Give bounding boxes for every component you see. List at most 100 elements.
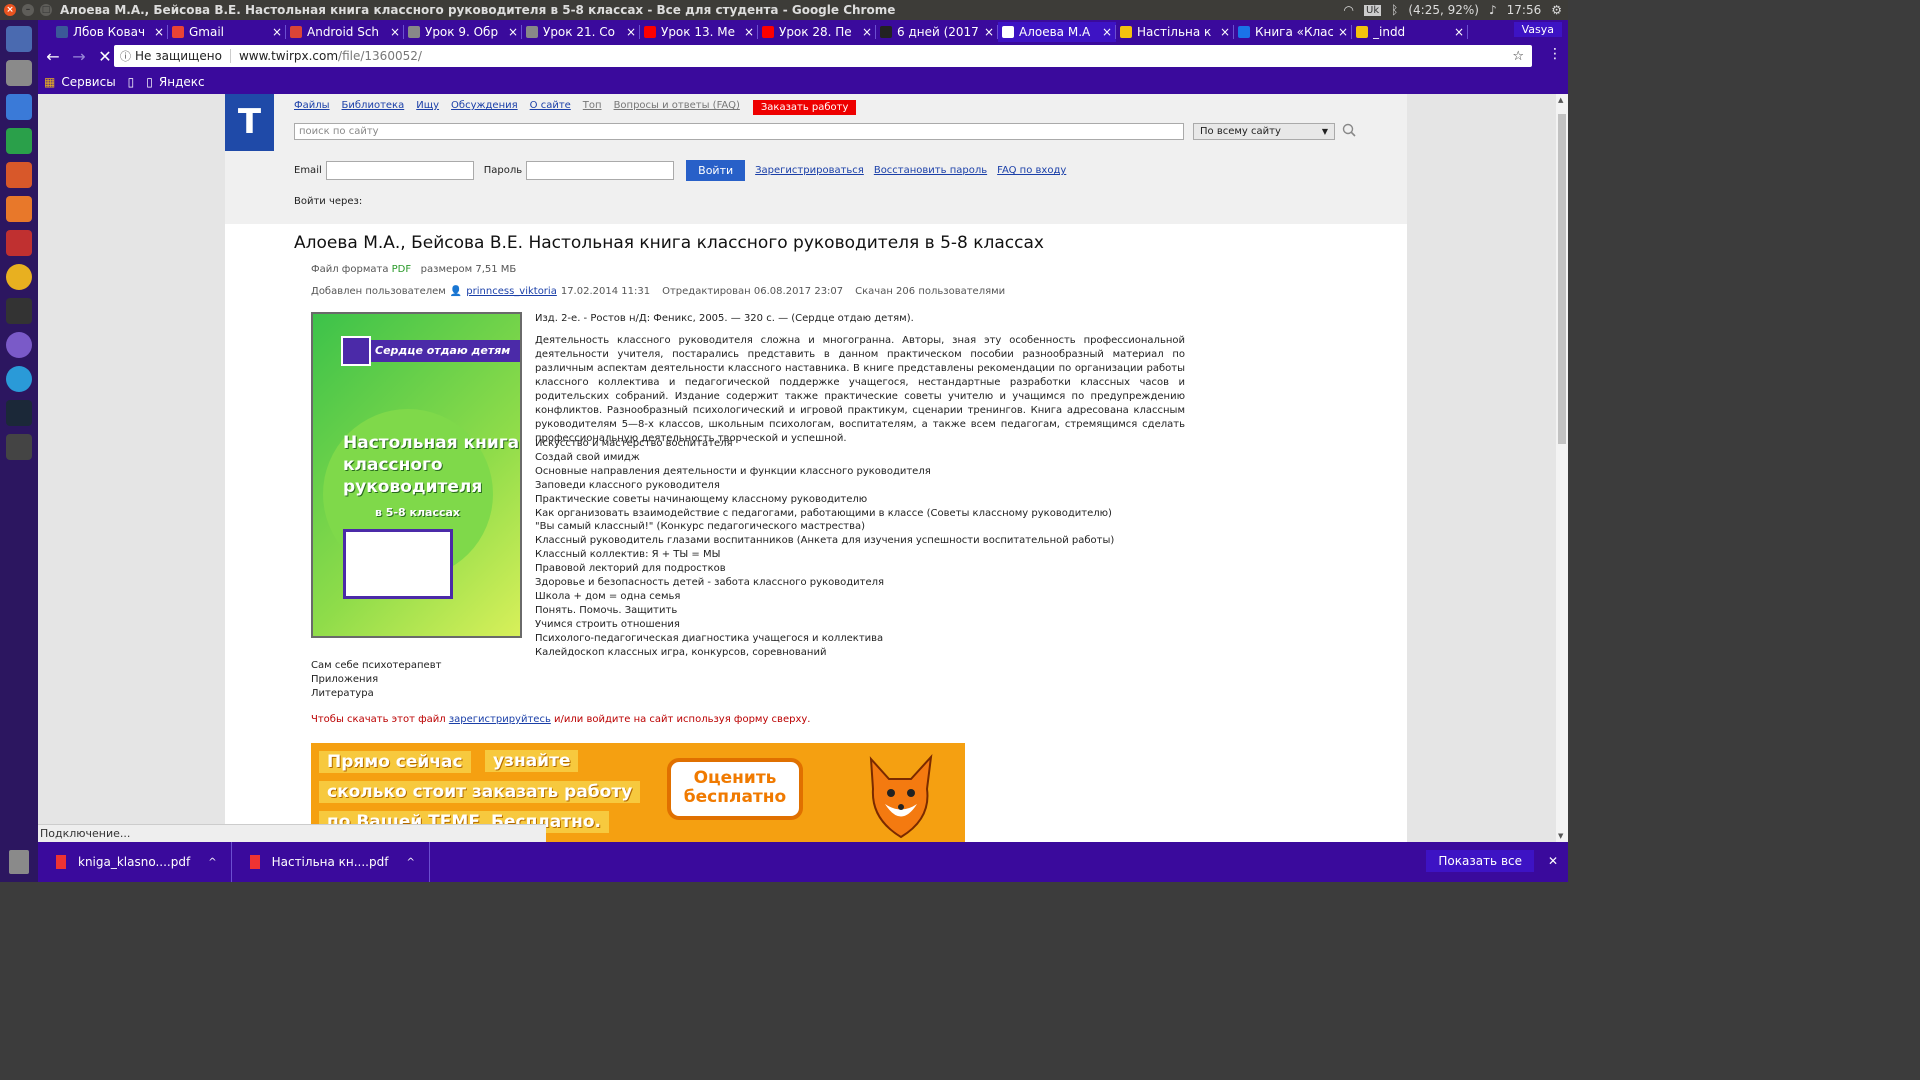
tab-close-icon[interactable]: × [1338,25,1348,39]
minimize-window-icon[interactable]: – [22,4,34,16]
login-button[interactable]: Войти [686,160,746,181]
calc-icon[interactable] [6,128,32,154]
bookmark-star-icon[interactable]: ☆ [1512,49,1524,64]
tab-close-icon[interactable]: × [154,25,164,39]
browser-tab[interactable]: _indd × [1352,22,1468,42]
browser-tab[interactable]: Урок 21. Со × [522,22,640,42]
volume-icon[interactable]: ♪ [1489,3,1497,17]
banner-cta-button[interactable]: Оценить бесплатно [667,758,803,820]
tab-close-icon[interactable]: × [862,25,872,39]
trash-icon[interactable] [9,850,29,874]
profile-button[interactable]: Vasya [1513,22,1562,37]
tab-favicon-icon [1002,26,1014,38]
software-center-icon[interactable] [6,196,32,222]
order-work-button[interactable]: Заказать работу [752,100,857,115]
clock[interactable]: 17:56 [1507,3,1542,17]
search-scope-select[interactable]: По всему сайту ▼ [1193,123,1335,140]
os-top-bar: × – □ Алоева М.А., Бейсова В.Е. Настольн… [0,0,1568,20]
bluetooth-icon[interactable]: ᛒ [1391,3,1398,17]
table-of-contents-tail: Сам себе психотерапевт Приложения Литерату… [311,659,441,701]
steam-icon[interactable] [6,400,32,426]
bookmark-apps[interactable]: Сервисы [61,75,115,89]
menu-icon[interactable]: ⋮ [1548,46,1562,62]
tab-close-icon[interactable]: × [272,25,282,39]
back-icon[interactable]: ← [42,47,64,66]
telegram-icon[interactable] [6,366,32,392]
cover-title-line: классного [343,455,443,475]
login-faq-link[interactable]: FAQ по входу [997,165,1066,176]
browser-tab[interactable]: Настільна к × [1116,22,1234,42]
tab-close-icon[interactable]: × [1454,25,1464,39]
close-window-icon[interactable]: × [4,4,16,16]
scroll-down-icon[interactable]: ▼ [1558,832,1563,840]
tab-close-icon[interactable]: × [984,25,994,39]
tab-close-icon[interactable]: × [508,25,518,39]
browser-tab[interactable]: Книга «Клас × [1234,22,1352,42]
nav-library[interactable]: Библиотека [342,100,405,115]
system-settings-icon[interactable] [6,230,32,256]
search-icon[interactable] [1342,123,1356,137]
writer-icon[interactable] [6,94,32,120]
forward-icon[interactable]: → [68,47,90,66]
publisher-logo [341,336,371,366]
info-icon[interactable]: ⓘ [120,48,131,64]
tab-close-icon[interactable]: × [744,25,754,39]
browser-tab[interactable]: Урок 9. Обр × [404,22,522,42]
register-link-inline[interactable]: зарегистрируйтесь [449,714,551,725]
restore-password-link[interactable]: Восстановить пароль [874,165,987,176]
nav-top[interactable]: Топ [583,100,602,115]
device-icon[interactable] [6,434,32,460]
page-icon[interactable]: ▯ [128,75,135,89]
download-item[interactable]: Настільна кн....pdf ^ [232,842,430,882]
register-link[interactable]: Зарегистрироваться [755,165,864,176]
dash-icon[interactable] [6,26,32,52]
nav-faq[interactable]: Вопросы и ответы (FAQ) [614,100,740,115]
maximize-window-icon[interactable]: □ [40,4,52,16]
scrollbar-thumb[interactable] [1558,114,1566,444]
address-bar[interactable]: ⓘ Не защищено www.twirpx.com/file/136005… [114,45,1532,67]
tab-close-icon[interactable]: × [626,25,636,39]
security-label[interactable]: Не защищено [135,49,222,63]
chevron-up-icon[interactable]: ^ [208,857,216,868]
chrome-icon[interactable] [6,264,32,290]
tab-close-icon[interactable]: × [390,25,400,39]
impress-icon[interactable] [6,162,32,188]
browser-tab[interactable]: Gmail × [168,22,286,42]
show-all-downloads-button[interactable]: Показать все [1426,850,1534,872]
browser-tab[interactable]: Алоева М.А × [998,22,1116,42]
nav-discussions[interactable]: Обсуждения [451,100,518,115]
viber-icon[interactable] [6,332,32,358]
password-field[interactable] [526,161,675,180]
download-count: Скачан 206 пользователями [855,286,1006,297]
apps-icon[interactable]: ▦ [44,75,55,89]
nav-about[interactable]: О сайте [530,100,571,115]
browser-tab[interactable]: Урок 13. Ме × [640,22,758,42]
terminal-icon[interactable] [6,298,32,324]
browser-tab[interactable]: Урок 28. Пе × [758,22,876,42]
files-icon[interactable] [6,60,32,86]
added-date: 17.02.2014 11:31 [560,286,651,297]
bookmark-yandex[interactable]: Яндекс [159,75,205,89]
tab-close-icon[interactable]: × [1220,25,1230,39]
tab-close-icon[interactable]: × [1102,25,1112,39]
nav-files[interactable]: Файлы [294,100,330,115]
site-logo[interactable]: T [225,94,274,151]
scroll-up-icon[interactable]: ▲ [1558,96,1563,104]
settings-icon[interactable]: ⚙ [1551,3,1562,17]
email-field[interactable] [325,161,474,180]
page-icon[interactable]: ▯ [146,75,153,89]
close-downloads-icon[interactable]: ✕ [1548,854,1558,868]
site-search-input[interactable]: поиск по сайту [294,123,1184,140]
keyboard-layout[interactable]: Uk [1364,4,1382,16]
browser-tab[interactable]: 6 дней (2017 × [876,22,998,42]
stop-icon[interactable]: ✕ [94,47,116,66]
browser-tab[interactable]: Android Sch × [286,22,404,42]
page-scrollbar[interactable]: ▲ ▼ [1556,94,1568,842]
chevron-up-icon[interactable]: ^ [406,857,414,868]
uploader-link[interactable]: prinncess_viktoria [466,286,557,297]
battery-status[interactable]: (4:25, 92%) [1408,3,1479,17]
download-item[interactable]: kniga_klasno....pdf ^ [38,842,232,882]
nav-search[interactable]: Ищу [416,100,439,115]
browser-tab[interactable]: Лбов Ковач × [52,22,168,42]
wifi-icon[interactable]: ◠ [1344,3,1354,17]
